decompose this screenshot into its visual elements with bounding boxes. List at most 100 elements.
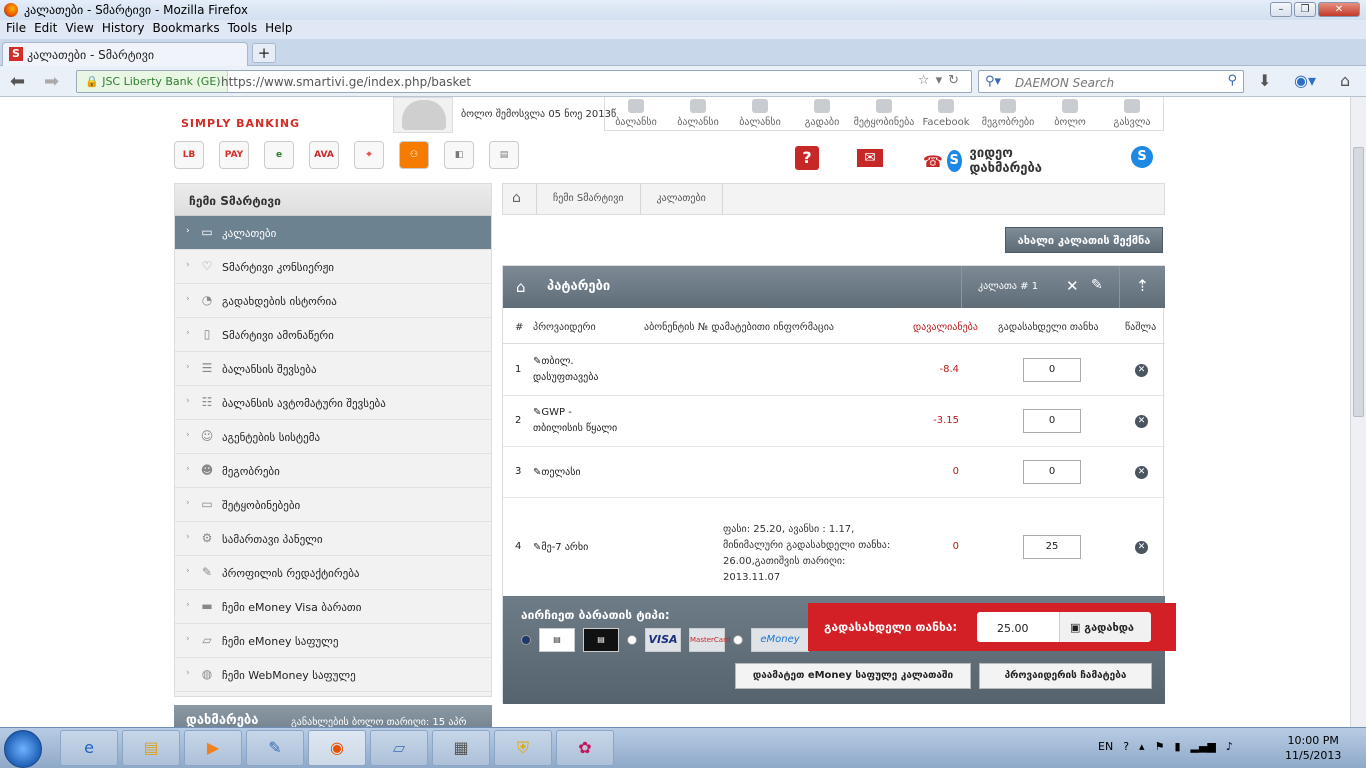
signal-icon[interactable]: ▂▄▆ [1191, 740, 1216, 753]
service-location-icon[interactable]: ⌖ [354, 141, 384, 169]
battery-icon[interactable]: ▮ [1174, 740, 1180, 753]
forward-icon[interactable]: ➡ [44, 71, 59, 92]
new-cart-button[interactable]: ახალი კალათის შექმნა [1005, 227, 1163, 253]
service-lb-icon[interactable]: LB [174, 141, 204, 169]
maximize-button[interactable]: ❐ [1294, 2, 1316, 17]
sidebar-item-concierge[interactable]: › ♡ Sმარტივი კონსიერჟი [175, 250, 491, 284]
sidebar-item-webmoney[interactable]: › ◍ ჩემი WebMoney საფულე [175, 658, 491, 692]
collapse-icon[interactable]: ⇡ [1119, 266, 1165, 308]
close-cart-icon[interactable]: ✕ [1066, 277, 1079, 295]
row-provider[interactable]: ✎თბილ. დასუფთავება [533, 354, 623, 386]
back-icon[interactable]: ⬅ [10, 71, 25, 92]
sidebar-item-statement[interactable]: › ▯ Sმარტივი ამონაწერი [175, 318, 491, 352]
firefox-taskbar-icon[interactable]: ◉ [308, 730, 366, 766]
download-icon[interactable]: ⬇ [1258, 71, 1271, 90]
top-icon-balance-1[interactable]: ბალანსი [605, 97, 667, 130]
card-radio-bank[interactable] [521, 635, 531, 645]
top-icon-messages[interactable]: მეტყობინება [853, 97, 915, 130]
card-radio-visa[interactable] [627, 635, 637, 645]
menu-bookmarks[interactable]: Bookmarks [149, 20, 224, 39]
flag-icon[interactable]: ⚑ [1155, 740, 1165, 753]
sidebar-item-visa-card[interactable]: › ▬ ჩემი eMoney Visa ბარათი [175, 590, 491, 624]
row-provider[interactable]: ✎მე-7 არხი [533, 540, 623, 556]
menu-file[interactable]: File [2, 20, 30, 39]
help-tray-icon[interactable]: ? [1123, 740, 1129, 753]
top-icon-balance-2[interactable]: ბალანსი [667, 97, 729, 130]
sidebar-item-messages[interactable]: › ▭ შეტყობინებები [175, 488, 491, 522]
avatar[interactable] [393, 97, 453, 133]
service-e-icon[interactable]: e [264, 141, 294, 169]
service-pay-icon[interactable]: PAY [219, 141, 249, 169]
row-amount-input[interactable]: 25 [1023, 535, 1081, 559]
top-icon-balance-3[interactable]: ბალანსი [729, 97, 791, 130]
edit-cart-icon[interactable]: ✎ [1091, 277, 1103, 293]
cart-number[interactable]: კალათა # 1 [961, 266, 1038, 308]
sidebar-item-history[interactable]: › ◔ გადახდების ისტორია [175, 284, 491, 318]
chevron-up-icon[interactable]: ▴ [1139, 740, 1145, 753]
breadcrumb-my-smartivi[interactable]: ჩემი Sმარტივი [537, 184, 641, 214]
search-go-icon[interactable]: ⚲ [1227, 73, 1237, 88]
menu-help[interactable]: Help [261, 20, 296, 39]
top-icon-friends[interactable]: მეგობრები [977, 97, 1039, 130]
menu-tools[interactable]: Tools [224, 20, 262, 39]
home-icon[interactable]: ⌂ [503, 184, 537, 214]
sidebar-item-friends[interactable]: › ☻ მეგობრები [175, 454, 491, 488]
delete-row-icon[interactable]: ✕ [1135, 364, 1148, 377]
ie-taskbar-icon[interactable]: e [60, 730, 118, 766]
security-taskbar-icon[interactable]: ⛨ [494, 730, 552, 766]
close-button[interactable]: ✕ [1318, 2, 1360, 17]
home-icon[interactable]: ⌂ [1340, 71, 1350, 90]
service-ava-icon[interactable]: AVA [309, 141, 339, 169]
new-tab-button[interactable]: + [252, 43, 276, 63]
start-button[interactable] [4, 730, 42, 768]
row-provider[interactable]: ✎თელასი [533, 465, 623, 481]
address-bar[interactable]: 🔒 JSC Liberty Bank (GE) https://www.smar… [76, 70, 972, 93]
row-provider[interactable]: ✎GWP - თბილისის წყალი [533, 405, 623, 437]
menu-edit[interactable]: Edit [30, 20, 61, 39]
tool-taskbar-icon[interactable]: ✎ [246, 730, 304, 766]
row-amount-input[interactable]: 0 [1023, 409, 1081, 433]
site-logo[interactable]: SIMPLY BANKING [181, 117, 300, 130]
clock[interactable]: 10:00 PM 11/5/2013 [1285, 733, 1341, 763]
calculator-taskbar-icon[interactable]: ▦ [432, 730, 490, 766]
search-box[interactable]: ⚲▾ DAEMON Search ⚲ [978, 70, 1244, 93]
breadcrumb-carts[interactable]: კალათები [641, 184, 723, 214]
top-icon-facebook[interactable]: Facebook [915, 97, 977, 130]
minimize-button[interactable]: – [1270, 2, 1292, 17]
service-orange-icon[interactable]: ⚇ [399, 141, 429, 169]
service-connect-icon[interactable]: ▤ [489, 141, 519, 169]
sidebar-item-auto-topup[interactable]: › ☷ ბალანსის ავტომატური შევსება [175, 386, 491, 420]
sidebar-item-topup[interactable]: › ☰ ბალანსის შევსება [175, 352, 491, 386]
top-icon-settings[interactable]: ბოლო [1039, 97, 1101, 130]
service-gray-icon[interactable]: ◧ [444, 141, 474, 169]
sidebar-item-profile[interactable]: › ✎ პროფილის რედაქტირება [175, 556, 491, 590]
browser-tab[interactable]: S კალათები - Sმარტივი [2, 42, 248, 66]
scrollbar-thumb[interactable] [1353, 147, 1364, 417]
paint-taskbar-icon[interactable]: ✿ [556, 730, 614, 766]
language-indicator[interactable]: EN [1098, 740, 1113, 753]
notepad-taskbar-icon[interactable]: ▱ [370, 730, 428, 766]
sidebar-item-agents[interactable]: › ☺ აგენტების სისტემა [175, 420, 491, 454]
add-provider-button[interactable]: პროვაიდერის ჩამატება [979, 663, 1152, 689]
page-scrollbar[interactable] [1350, 97, 1366, 727]
sidebar-item-emoney-wallet[interactable]: › ▱ ჩემი eMoney საფულე [175, 624, 491, 658]
delete-row-icon[interactable]: ✕ [1135, 415, 1148, 428]
card-radio-emoney[interactable] [733, 635, 743, 645]
row-amount-input[interactable]: 0 [1023, 358, 1081, 382]
media-taskbar-icon[interactable]: ▶ [184, 730, 242, 766]
skype-status-icon[interactable]: S [1131, 146, 1153, 168]
sidebar-help[interactable]: დახმარება განახლების ბოლო თარიღი: 15 აპრ… [174, 705, 492, 727]
help-question-icon[interactable]: ? [795, 146, 819, 170]
menu-history[interactable]: History [98, 20, 149, 39]
sidebar-item-control-panel[interactable]: › ⚙ სამართავი პანელი [175, 522, 491, 556]
pay-button[interactable]: ▣ გადახდა [1059, 612, 1151, 642]
search-engine-icon[interactable]: ⚲▾ [985, 74, 1001, 89]
delete-row-icon[interactable]: ✕ [1135, 466, 1148, 479]
volume-icon[interactable]: ♪ [1226, 740, 1233, 753]
explorer-taskbar-icon[interactable]: ▤ [122, 730, 180, 766]
row-amount-input[interactable]: 0 [1023, 460, 1081, 484]
sidebar-item-carts[interactable]: › ▭ კალათები [175, 216, 491, 250]
mail-icon[interactable]: ✉ [857, 149, 883, 167]
top-icon-logout[interactable]: გასვლა [1101, 97, 1163, 130]
bookmark-star-icon[interactable]: ☆▾↻ [918, 73, 965, 88]
